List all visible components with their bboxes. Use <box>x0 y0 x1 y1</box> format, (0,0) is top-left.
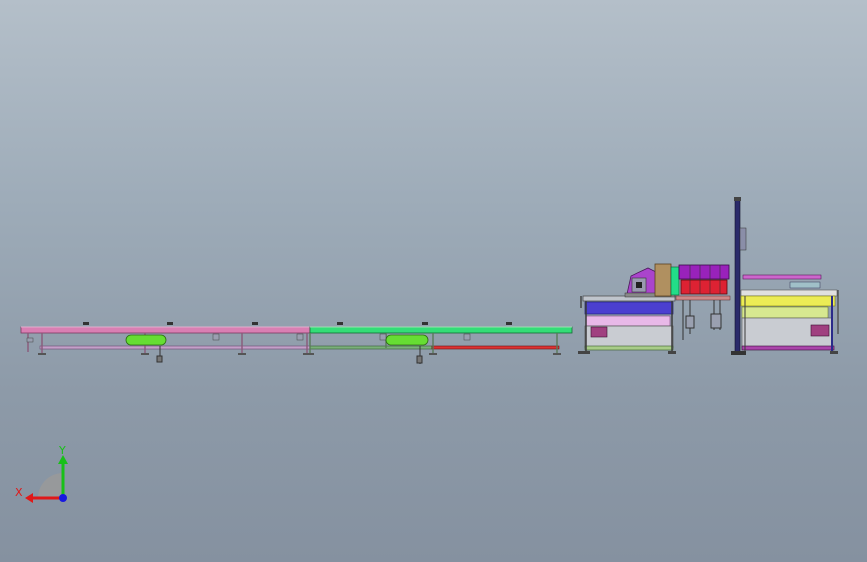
conveyor-left-section[interactable] <box>20 322 311 363</box>
saw-cylinders <box>682 300 722 340</box>
conveyor-left-lower-beam <box>39 345 311 350</box>
conveyor-center-top-rail <box>309 326 573 334</box>
gantry-column-cap <box>734 197 741 201</box>
gantry-column-bracket <box>739 227 747 251</box>
triad-x-label: X <box>15 486 23 499</box>
conveyor-center-legs <box>309 333 558 354</box>
gantry-main-column <box>734 197 741 355</box>
saw-base-bottom-frame <box>584 345 674 351</box>
conveyor-center-top-bolts <box>337 322 512 325</box>
saw-spindle-green <box>670 266 680 296</box>
outfeed-top-rail <box>742 274 822 280</box>
conveyor-left-drive-pad <box>125 334 167 346</box>
triad-quarter-disc <box>38 473 63 498</box>
triad-y-label: Y <box>58 444 66 457</box>
triad-z-axis-dot <box>59 494 67 502</box>
outfeed-motor-box <box>810 324 830 337</box>
outfeed-yellow-band <box>740 295 836 307</box>
conveyor-center-section[interactable] <box>306 322 573 364</box>
saw-clamp-body <box>678 264 730 280</box>
outfeed-bottom-frame <box>741 345 835 351</box>
coordinate-triad: Y X <box>15 444 68 503</box>
conveyor-left-legs <box>27 333 308 354</box>
conveyor-center-lower-beam <box>309 345 433 350</box>
outfeed-foot <box>830 351 838 354</box>
conveyor-center-drive-pad <box>385 334 429 346</box>
saw-base-pink-panel <box>585 315 671 327</box>
saw-base-blue-band <box>584 301 674 315</box>
saw-head-bolt <box>636 282 642 288</box>
conveyor-left-feet <box>38 353 311 355</box>
saw-base-foot-left <box>578 351 590 354</box>
conveyor-left-top-rail <box>20 326 311 334</box>
outfeed-slide <box>789 281 821 289</box>
saw-blade-guard <box>654 263 672 297</box>
conveyor-center-red-beam <box>431 345 560 350</box>
conveyor-center-feet <box>306 353 561 355</box>
saw-motor-box <box>590 326 608 338</box>
outfeed-yellow-panel <box>741 306 829 319</box>
gantry-station[interactable] <box>731 197 839 355</box>
saw-station[interactable] <box>578 263 731 354</box>
outfeed-bed <box>740 289 838 297</box>
triad-x-arrowhead <box>25 493 33 503</box>
saw-column-base <box>675 295 731 301</box>
gantry-column-base <box>731 351 746 355</box>
cad-viewport[interactable]: Y X <box>0 0 867 562</box>
conveyor-left-top-bolts <box>83 322 258 325</box>
saw-base-foot-right <box>668 351 676 354</box>
